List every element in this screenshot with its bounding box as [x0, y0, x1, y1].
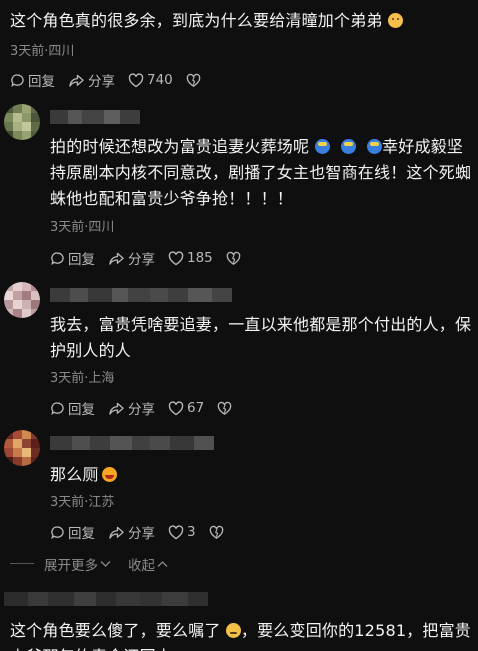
- top-comment-text: 这个角色真的很多余，到底为什么要给清曈加个弟弟: [10, 8, 470, 34]
- share-icon: [109, 526, 124, 539]
- like-button[interactable]: 3: [168, 524, 196, 540]
- share-button[interactable]: 分享: [68, 70, 115, 90]
- like-count: 3: [187, 524, 196, 540]
- like-count: 185: [187, 250, 213, 266]
- share-icon: [109, 252, 124, 265]
- user-name[interactable]: [50, 436, 214, 450]
- reply-icon: [51, 525, 64, 539]
- avatar[interactable]: [4, 282, 40, 318]
- share-button[interactable]: 分享: [108, 522, 155, 542]
- dislike-button[interactable]: [217, 401, 235, 416]
- heart-icon: [168, 524, 184, 539]
- dislike-heart-icon: [186, 73, 201, 87]
- avatar[interactable]: [4, 104, 40, 140]
- expand-more-button[interactable]: 展开更多: [44, 554, 111, 574]
- like-button[interactable]: 740: [128, 72, 173, 88]
- heart-icon: [168, 400, 184, 415]
- reply-button[interactable]: 回复: [10, 70, 55, 90]
- user-name[interactable]: [50, 110, 140, 124]
- share-icon: [69, 74, 84, 87]
- like-count: 67: [187, 400, 205, 416]
- chevron-down-icon: [100, 561, 111, 567]
- share-button[interactable]: 分享: [108, 248, 155, 268]
- reply-button[interactable]: 回复: [50, 248, 95, 268]
- reply-actions: 回复 分享 3: [50, 522, 240, 542]
- dislike-heart-icon: [217, 401, 232, 415]
- like-button[interactable]: 185: [168, 250, 213, 266]
- heart-icon: [128, 72, 144, 87]
- comment-meta: 3天前·四川: [10, 44, 75, 59]
- like-button[interactable]: 67: [168, 400, 204, 416]
- dislike-button[interactable]: [186, 73, 204, 88]
- reply-actions: 回复 分享 185: [50, 248, 257, 268]
- comment-meta: 3天前·江苏: [50, 495, 115, 510]
- dislike-heart-icon: [209, 525, 223, 539]
- collapse-button[interactable]: 收起: [128, 554, 168, 574]
- laughing-emoji-icon: [101, 467, 117, 482]
- reply-actions: 回复 分享 67: [50, 398, 248, 418]
- wink-emoji-icon: [225, 623, 241, 638]
- reply-text: 那么厕: [50, 462, 474, 488]
- comment-meta: 3天前·上海: [50, 371, 115, 386]
- user-name[interactable]: [4, 592, 208, 606]
- reply-text: 拍的时候还想改为富贵追妻火葬场呢 幸好成毅坚持原剧本内核不同意改，剧播了女主也智…: [50, 137, 472, 208]
- top-comment-actions: 回复 分享 740: [10, 70, 217, 90]
- reply-icon: [51, 251, 64, 265]
- shocked-emoji-icon: [367, 139, 383, 154]
- chevron-up-icon: [157, 561, 168, 567]
- comment-meta: 3天前·四川: [50, 220, 115, 235]
- comment-text: 这个角色要么傻了，要么嘱了 ，要么变回你的12581，把富贵少爷那年的青金还回去: [10, 621, 472, 651]
- divider-line: [10, 563, 34, 564]
- shocked-emoji-icon: [314, 139, 330, 154]
- reply-icon: [11, 73, 24, 87]
- avatar[interactable]: [4, 430, 40, 466]
- dislike-button[interactable]: [209, 525, 227, 540]
- reply-icon: [51, 401, 64, 415]
- user-name[interactable]: [50, 288, 232, 302]
- shocked-emoji-icon: [340, 139, 356, 154]
- reply-text: 我去，富贵凭啥要追妻，一直以来他都是那个付出的人，保护别人的人: [50, 315, 472, 360]
- reply-button[interactable]: 回复: [50, 398, 95, 418]
- reply-button[interactable]: 回复: [50, 522, 95, 542]
- share-button[interactable]: 分享: [108, 398, 155, 418]
- like-count: 740: [147, 72, 173, 88]
- share-icon: [109, 402, 124, 415]
- dislike-button[interactable]: [226, 251, 244, 266]
- dislike-heart-icon: [226, 251, 241, 265]
- smile-emoji-icon: [387, 13, 403, 28]
- heart-icon: [168, 250, 184, 265]
